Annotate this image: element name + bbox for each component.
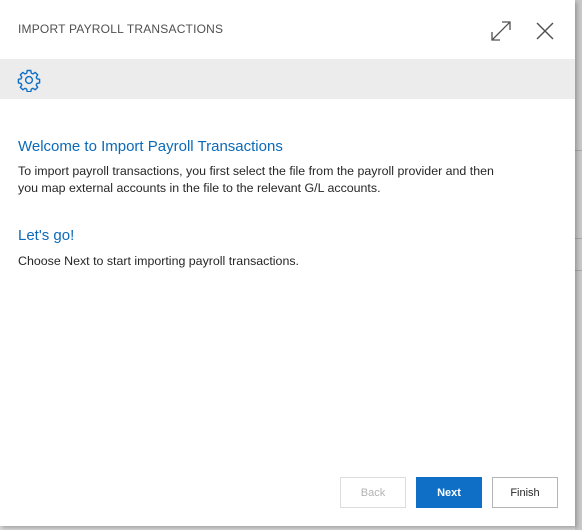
lets-go-heading: Let's go! — [18, 227, 75, 244]
welcome-line: you map external accounts in the file to… — [18, 181, 381, 195]
finish-button[interactable]: Finish — [492, 477, 558, 508]
gear-icon — [17, 69, 41, 92]
welcome-description: To import payroll transactions, you firs… — [18, 163, 558, 197]
action-bar — [0, 59, 575, 99]
lets-go-description: Choose Next to start importing payroll t… — [18, 254, 299, 268]
import-payroll-dialog: IMPORT PAYROLL TRANSACTIONS Welcome to I… — [0, 0, 575, 526]
background-divider — [575, 150, 582, 151]
background-divider — [575, 238, 582, 239]
expand-diagonal-icon — [491, 21, 511, 41]
welcome-line: To import payroll transactions, you firs… — [18, 164, 494, 178]
next-button[interactable]: Next — [416, 477, 482, 508]
expand-button[interactable] — [487, 17, 515, 45]
close-icon — [536, 22, 554, 40]
dialog-title-bar: IMPORT PAYROLL TRANSACTIONS — [0, 0, 575, 59]
background-divider — [575, 270, 582, 271]
settings-button[interactable] — [16, 67, 42, 93]
dialog-title: IMPORT PAYROLL TRANSACTIONS — [18, 22, 224, 36]
back-button[interactable]: Back — [340, 477, 406, 508]
background-page-edge — [575, 0, 582, 530]
welcome-heading: Welcome to Import Payroll Transactions — [18, 138, 283, 155]
close-button[interactable] — [531, 17, 559, 45]
